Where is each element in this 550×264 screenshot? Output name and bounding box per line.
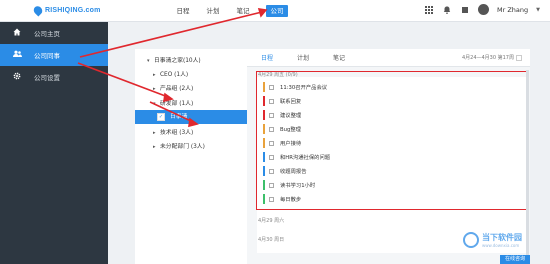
sidebar-item-settings[interactable]: 公司设置 — [0, 66, 108, 88]
tree-node-label: 日事清之家(10人) — [154, 58, 201, 64]
sidebar-item-colleagues[interactable]: 公司同事 — [0, 44, 108, 66]
triangle-right-icon[interactable]: ▸ — [153, 69, 160, 81]
tab-plan[interactable]: 计划 — [297, 53, 309, 62]
top-bar: RISHIQING.com 日程 计划 笔记 公司 Mr Zhang ▼ — [0, 0, 550, 22]
logo[interactable]: RISHIQING.com — [31, 4, 101, 17]
date-range-label: 4月24—4月30 第17周 — [461, 55, 514, 61]
top-nav: 日程 计划 笔记 公司 — [170, 0, 292, 22]
tree-node-rd[interactable]: ▾ 研发部 (1人) — [153, 98, 193, 110]
gear-icon — [12, 72, 22, 82]
triangle-right-icon[interactable]: ▸ — [153, 127, 160, 139]
triangle-right-icon[interactable]: ▸ — [153, 141, 160, 153]
watermark-sub: www.downxia.com — [482, 243, 520, 248]
triangle-down-icon[interactable]: ▾ — [153, 98, 160, 110]
sidebar-item-company-home[interactable]: 公司主页 — [0, 22, 108, 44]
tab-bar: 日程 计划 笔记 4月24—4月30 第17周 — [247, 49, 530, 67]
tree-node-ceo[interactable]: ▸ CEO (1人) — [153, 69, 188, 81]
watermark-logo-icon — [463, 232, 479, 248]
top-right-controls: Mr Zhang ▼ — [424, 4, 540, 15]
org-tree: ▾ 日事清之家(10人) ▸ CEO (1人) ▸ 产品组 (2人) ▾ 研发部… — [135, 49, 247, 264]
day-header-sat: 4月29 周六 — [258, 218, 285, 224]
user-name[interactable]: Mr Zhang — [497, 6, 528, 14]
watermark-title: 当下软件园 — [482, 233, 522, 242]
online-consult-button[interactable]: 在线咨询 — [500, 255, 530, 264]
day-header-sun: 4月30 周日 — [258, 237, 285, 243]
sidebar: 公司主页 公司同事 公司设置 — [0, 22, 108, 264]
tree-node-label: 日事清 — [170, 114, 188, 120]
nav-notes[interactable]: 笔记 — [230, 0, 256, 22]
nav-plan[interactable]: 计划 — [200, 0, 226, 22]
triangle-right-icon[interactable]: ▸ — [153, 83, 160, 95]
tree-node-root[interactable]: ▾ 日事清之家(10人) — [147, 55, 201, 67]
triangle-down-icon[interactable]: ▾ — [147, 55, 154, 67]
tree-node-label: CEO (1人) — [160, 72, 189, 78]
checkbox[interactable]: ✓ — [157, 113, 165, 121]
settings-icon[interactable] — [460, 5, 470, 15]
tree-node-rishiqing[interactable]: ✓ 日事清 — [135, 110, 247, 124]
avatar[interactable] — [477, 4, 489, 15]
sidebar-item-label: 公司主页 — [34, 30, 60, 38]
tree-node-label: 未分配部门 (3人) — [160, 144, 205, 150]
watermark-text: 当下软件园 www.downxia.com — [482, 232, 522, 248]
logo-text: RISHIQING.com — [45, 7, 101, 14]
highlight-box — [256, 71, 529, 210]
watermark: 当下软件园 www.downxia.com — [463, 232, 522, 248]
tree-node-tech[interactable]: ▸ 技术组 (3人) — [153, 127, 193, 139]
logo-pin-icon — [31, 4, 45, 17]
users-icon — [12, 50, 22, 60]
tab-notes[interactable]: 笔记 — [333, 53, 345, 62]
chevron-down-icon[interactable]: ▼ — [536, 7, 540, 13]
scrollbar[interactable] — [526, 70, 529, 260]
tab-schedule[interactable]: 日程 — [261, 53, 273, 62]
date-range[interactable]: 4月24—4月30 第17周 — [462, 54, 522, 61]
nav-company[interactable]: 公司 — [266, 5, 288, 17]
sidebar-item-label: 公司设置 — [34, 74, 60, 82]
tree-node-unassigned[interactable]: ▸ 未分配部门 (3人) — [153, 141, 205, 153]
tree-node-product[interactable]: ▸ 产品组 (2人) — [153, 83, 193, 95]
sidebar-item-label: 公司同事 — [34, 52, 60, 60]
home-icon — [12, 28, 22, 38]
tree-node-label: 产品组 (2人) — [160, 86, 194, 92]
tree-node-label: 技术组 (3人) — [160, 130, 194, 136]
nav-schedule[interactable]: 日程 — [170, 0, 196, 22]
tree-node-label: 研发部 (1人) — [160, 101, 194, 107]
dropdown-icon[interactable] — [516, 54, 522, 61]
apps-grid-icon[interactable] — [424, 5, 434, 15]
bell-icon[interactable] — [442, 5, 452, 15]
